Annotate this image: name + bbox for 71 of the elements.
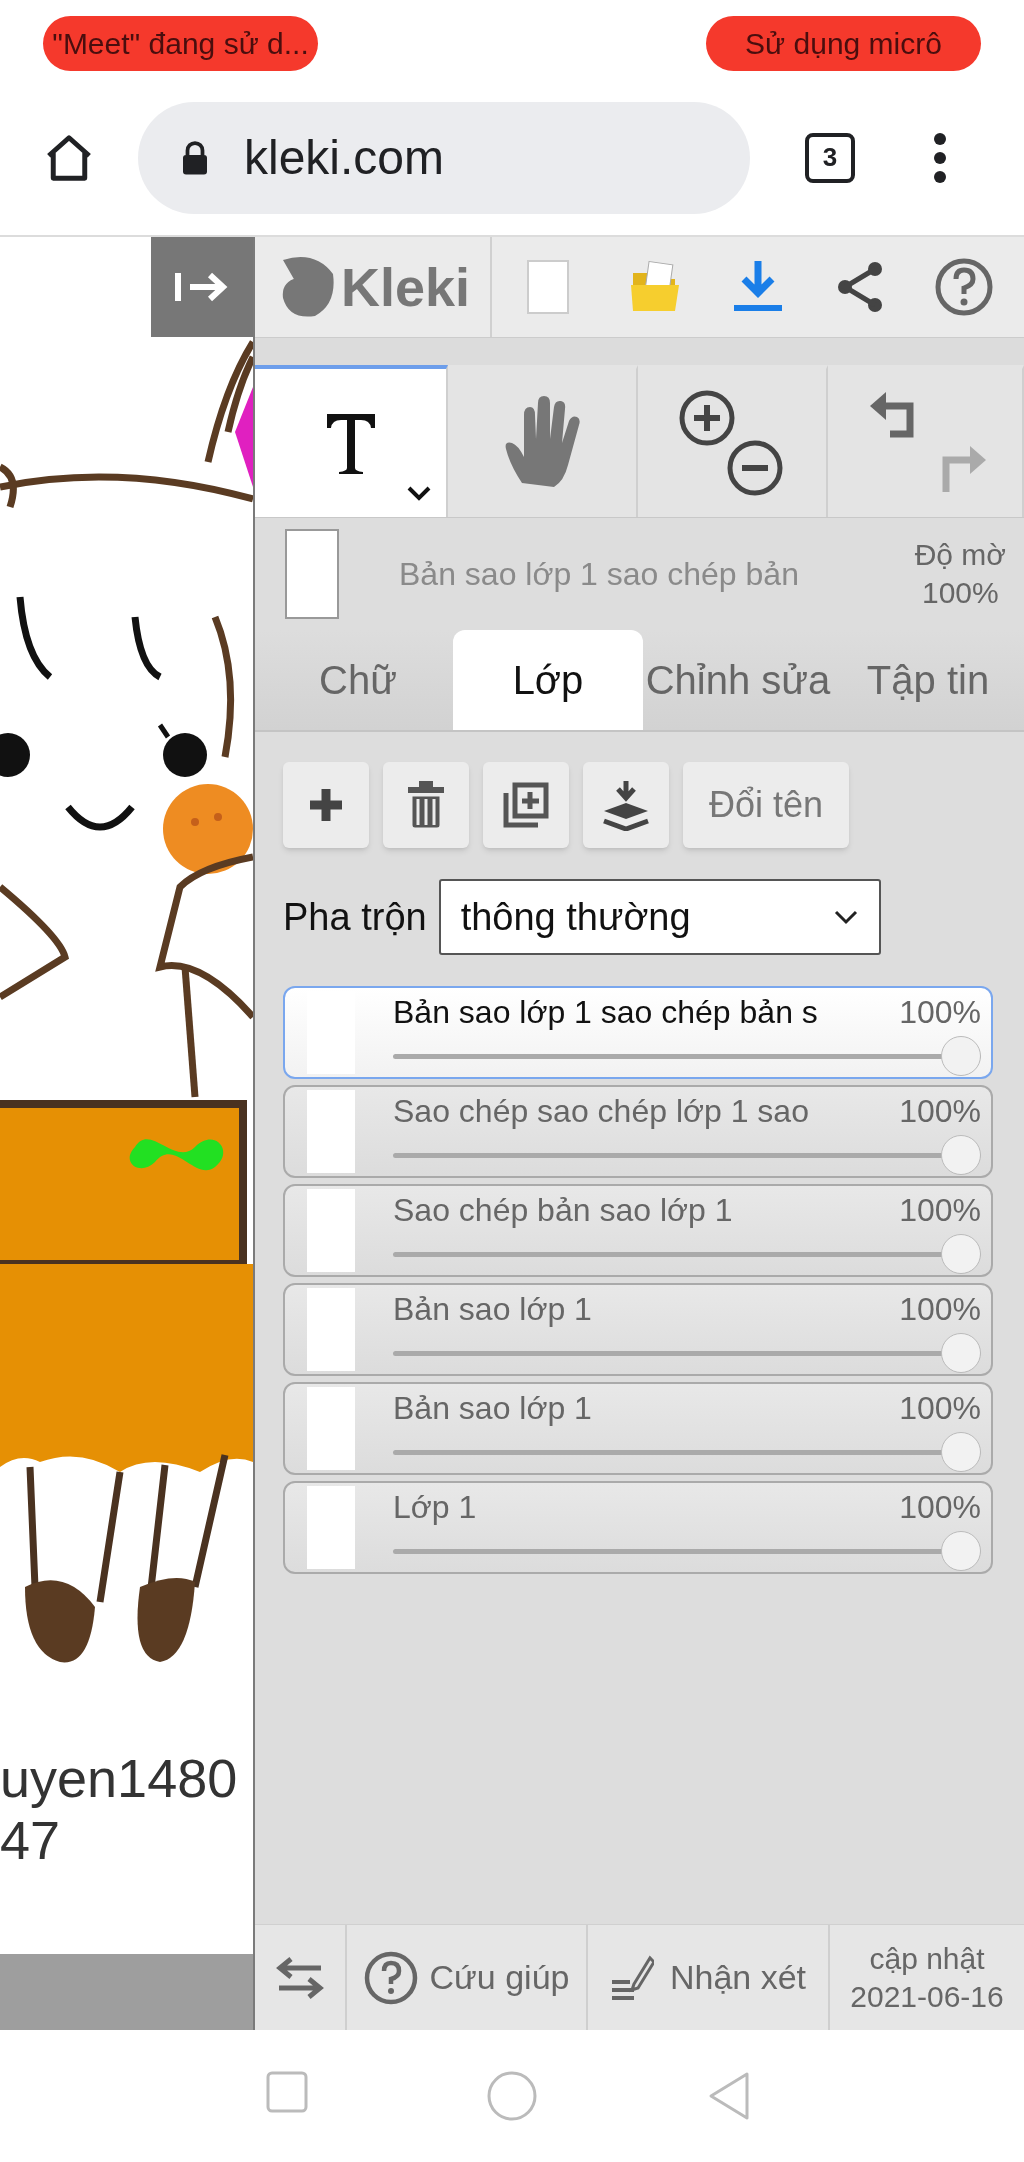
layer-name: Bản sao lớp 1 bbox=[393, 1389, 592, 1428]
layer-item[interactable]: Sao chép bản sao lớp 1 100% bbox=[283, 1184, 993, 1277]
layer-opacity: 100% bbox=[898, 1191, 981, 1230]
layers-icon bbox=[602, 779, 650, 831]
slider-thumb[interactable] bbox=[941, 1531, 981, 1571]
opacity-slider[interactable] bbox=[393, 1531, 981, 1571]
update-date: 2021-06-16 bbox=[850, 1978, 1004, 2015]
opacity-slider[interactable] bbox=[393, 1234, 981, 1274]
layer-opacity: 100% bbox=[898, 1488, 981, 1527]
layer-opacity: 100% bbox=[898, 993, 981, 1032]
merge-layer-button[interactable] bbox=[583, 762, 669, 848]
opacity-slider[interactable] bbox=[393, 1333, 981, 1373]
slider-thumb[interactable] bbox=[941, 1333, 981, 1373]
microphone-indicator: Sử dụng micrô bbox=[706, 15, 981, 71]
add-layer-button[interactable] bbox=[283, 762, 369, 848]
logo-text: Kleki bbox=[340, 255, 471, 319]
slider-thumb[interactable] bbox=[941, 1432, 981, 1472]
zoom-out-icon bbox=[725, 438, 785, 498]
panel-tab[interactable]: Chỉnh sửa bbox=[643, 630, 833, 730]
layer-name: Sao chép bản sao lớp 1 bbox=[393, 1191, 733, 1230]
opacity-slider[interactable] bbox=[393, 1135, 981, 1175]
pen-lines-icon bbox=[609, 1953, 654, 2002]
slider-thumb[interactable] bbox=[941, 1036, 981, 1076]
help-icon bbox=[363, 1950, 418, 2005]
opacity-slider[interactable] bbox=[393, 1432, 981, 1472]
canvas-text: 47 bbox=[0, 1809, 62, 1871]
layer-item[interactable]: Sao chép sao chép lớp 1 sao 100% bbox=[283, 1085, 993, 1178]
plus-icon bbox=[308, 787, 344, 823]
panel-tab[interactable]: Chữ bbox=[263, 630, 453, 730]
opacity-label: Độ mờ bbox=[914, 537, 1006, 573]
caret-icon bbox=[406, 485, 432, 501]
layer-opacity: 100% bbox=[898, 1290, 981, 1329]
duplicate-layer-button[interactable] bbox=[483, 762, 569, 848]
url-text: kleki.com bbox=[244, 129, 445, 186]
layer-name: Lớp 1 bbox=[393, 1488, 477, 1527]
help-icon bbox=[934, 257, 995, 317]
slider-thumb[interactable] bbox=[941, 1234, 981, 1274]
swap-arrows-icon bbox=[275, 1955, 325, 2000]
layer-opacity: 100% bbox=[898, 1092, 981, 1131]
layer-item[interactable]: Bản sao lớp 1 100% bbox=[283, 1283, 993, 1376]
text-tool-button[interactable] bbox=[255, 365, 448, 517]
lock-icon bbox=[180, 139, 210, 176]
zoom-in-icon bbox=[677, 388, 737, 448]
layer-name: Sao chép sao chép lớp 1 sao bbox=[393, 1092, 809, 1131]
layer-name: Bản sao lớp 1 sao chép bản s bbox=[393, 993, 818, 1032]
layer-item[interactable]: Bản sao lớp 1 sao chép bản s 100% bbox=[283, 986, 993, 1079]
collapse-button[interactable] bbox=[151, 237, 253, 337]
layer-name: Bản sao lớp 1 bbox=[393, 1290, 592, 1329]
canvas-text: uyen1480 bbox=[0, 1747, 239, 1809]
rename-layer-button[interactable]: Đổi tên bbox=[683, 762, 849, 848]
opacity-slider[interactable] bbox=[393, 1036, 981, 1076]
circle-icon bbox=[486, 2070, 538, 2122]
panel-tab[interactable]: Tập tin bbox=[833, 630, 1023, 730]
blend-mode-label: Pha trộn bbox=[283, 894, 427, 940]
layer-item[interactable]: Lớp 1 100% bbox=[283, 1481, 993, 1574]
address-bar[interactable]: kleki.com bbox=[138, 101, 750, 214]
menu-icon bbox=[933, 131, 947, 184]
slider-thumb[interactable] bbox=[941, 1135, 981, 1175]
current-layer-name: Bản sao lớp 1 sao chép bản bbox=[399, 555, 799, 594]
chevron-down-icon bbox=[832, 909, 859, 925]
delete-layer-button[interactable] bbox=[383, 762, 469, 848]
layer-item[interactable]: Bản sao lớp 1 100% bbox=[283, 1382, 993, 1475]
recording-indicator: "Meet" đang sử d... bbox=[43, 15, 318, 71]
duplicate-icon bbox=[502, 781, 550, 829]
blend-mode-dropdown[interactable]: thông thường bbox=[438, 879, 881, 955]
trash-icon bbox=[406, 779, 446, 831]
layer-opacity: 100% bbox=[898, 1389, 981, 1428]
update-label: cập nhật bbox=[869, 1940, 985, 1977]
opacity-value: 100% bbox=[921, 575, 999, 611]
panel-tab[interactable]: Lớp bbox=[453, 630, 643, 730]
tab-count-button[interactable]: 3 bbox=[805, 132, 855, 183]
